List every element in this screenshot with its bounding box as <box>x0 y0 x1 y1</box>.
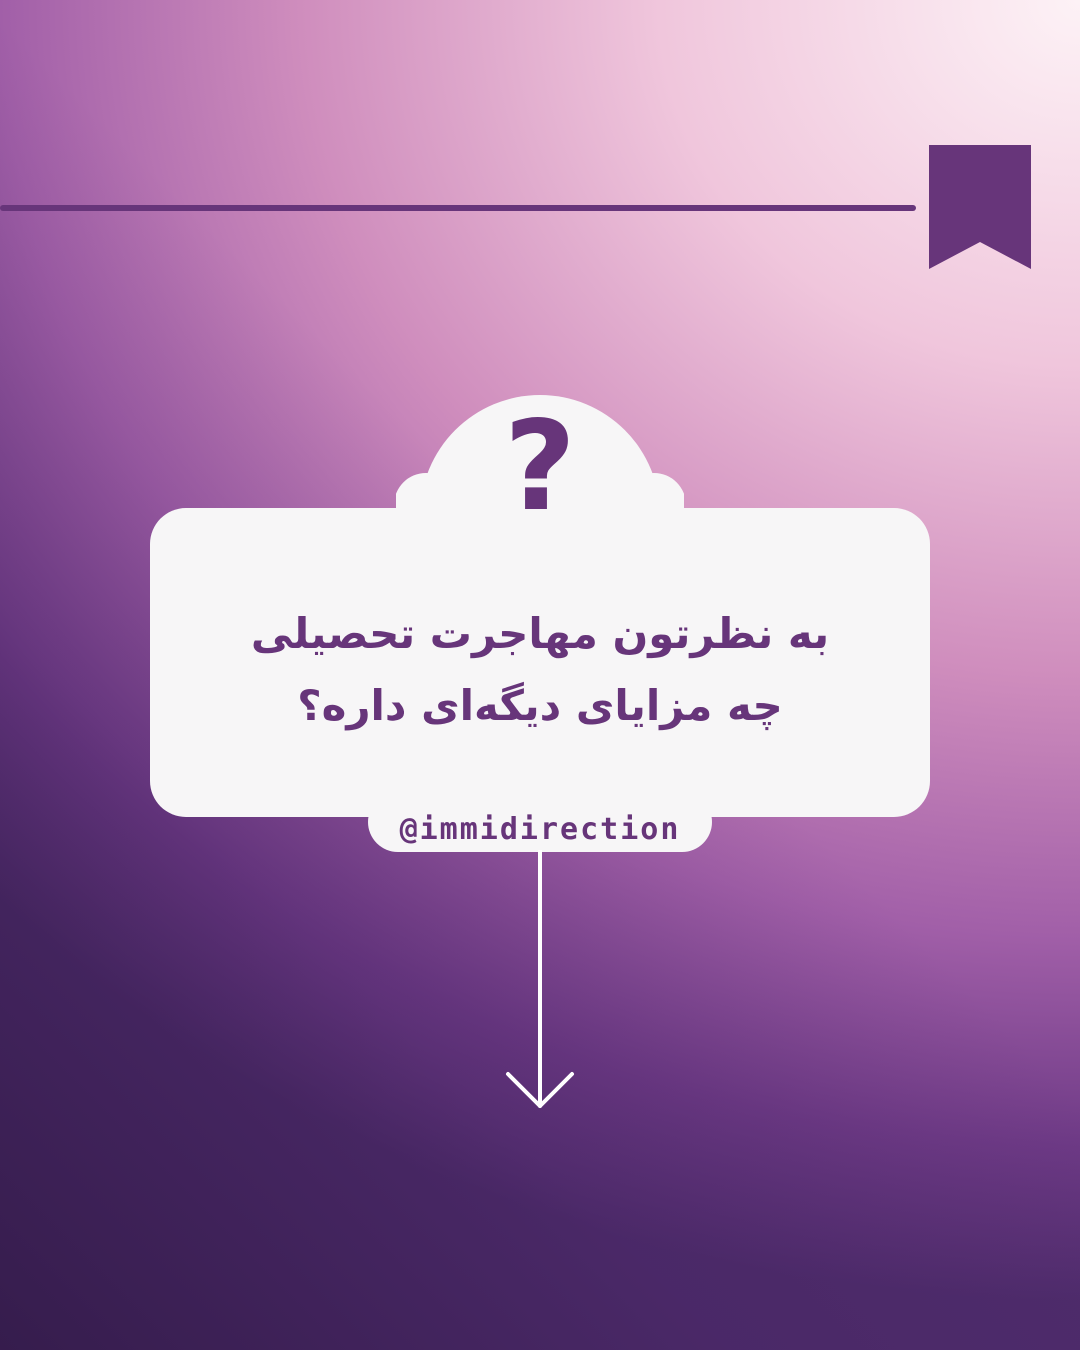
question-line-2: چه مزایای دیگه‌ای داره؟ <box>297 681 783 730</box>
top-divider-line <box>0 205 916 211</box>
question-line-1: به نظرتون مهاجرت تحصیلی <box>250 609 830 658</box>
bookmark-icon <box>929 145 1031 269</box>
arrow-down-icon <box>506 850 574 1108</box>
question-text: به نظرتون مهاجرت تحصیلی چه مزایای دیگه‌ا… <box>150 598 930 742</box>
question-mark-icon: ? <box>504 395 576 539</box>
